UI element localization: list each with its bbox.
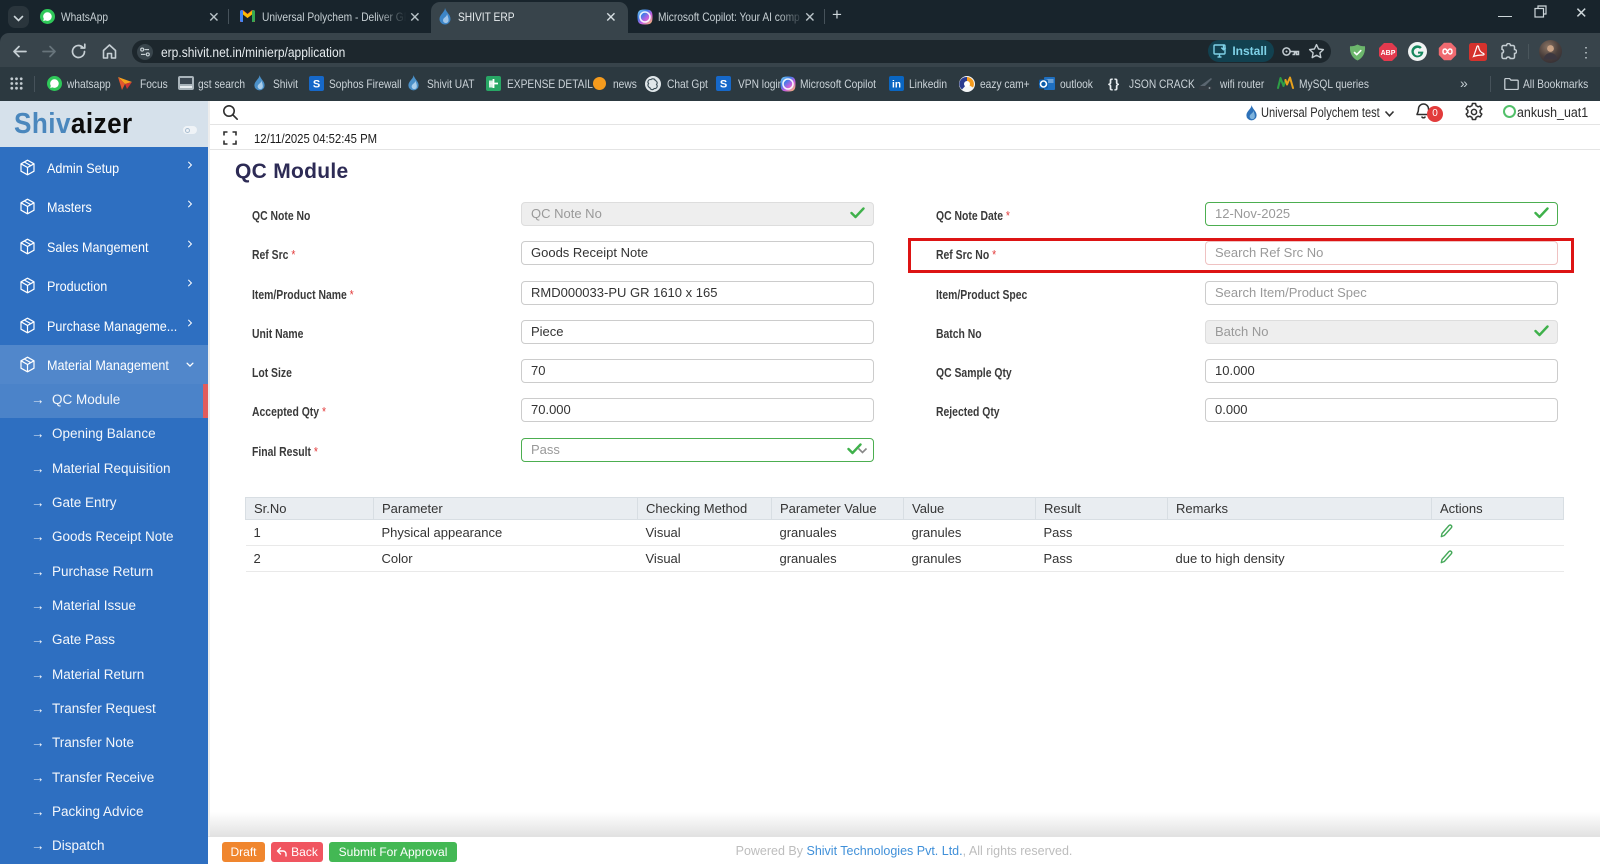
svg-text:in: in [892, 80, 901, 91]
svg-text:ABP: ABP [1381, 50, 1396, 57]
svg-text:S: S [313, 79, 320, 91]
svg-text:S: S [720, 79, 727, 91]
